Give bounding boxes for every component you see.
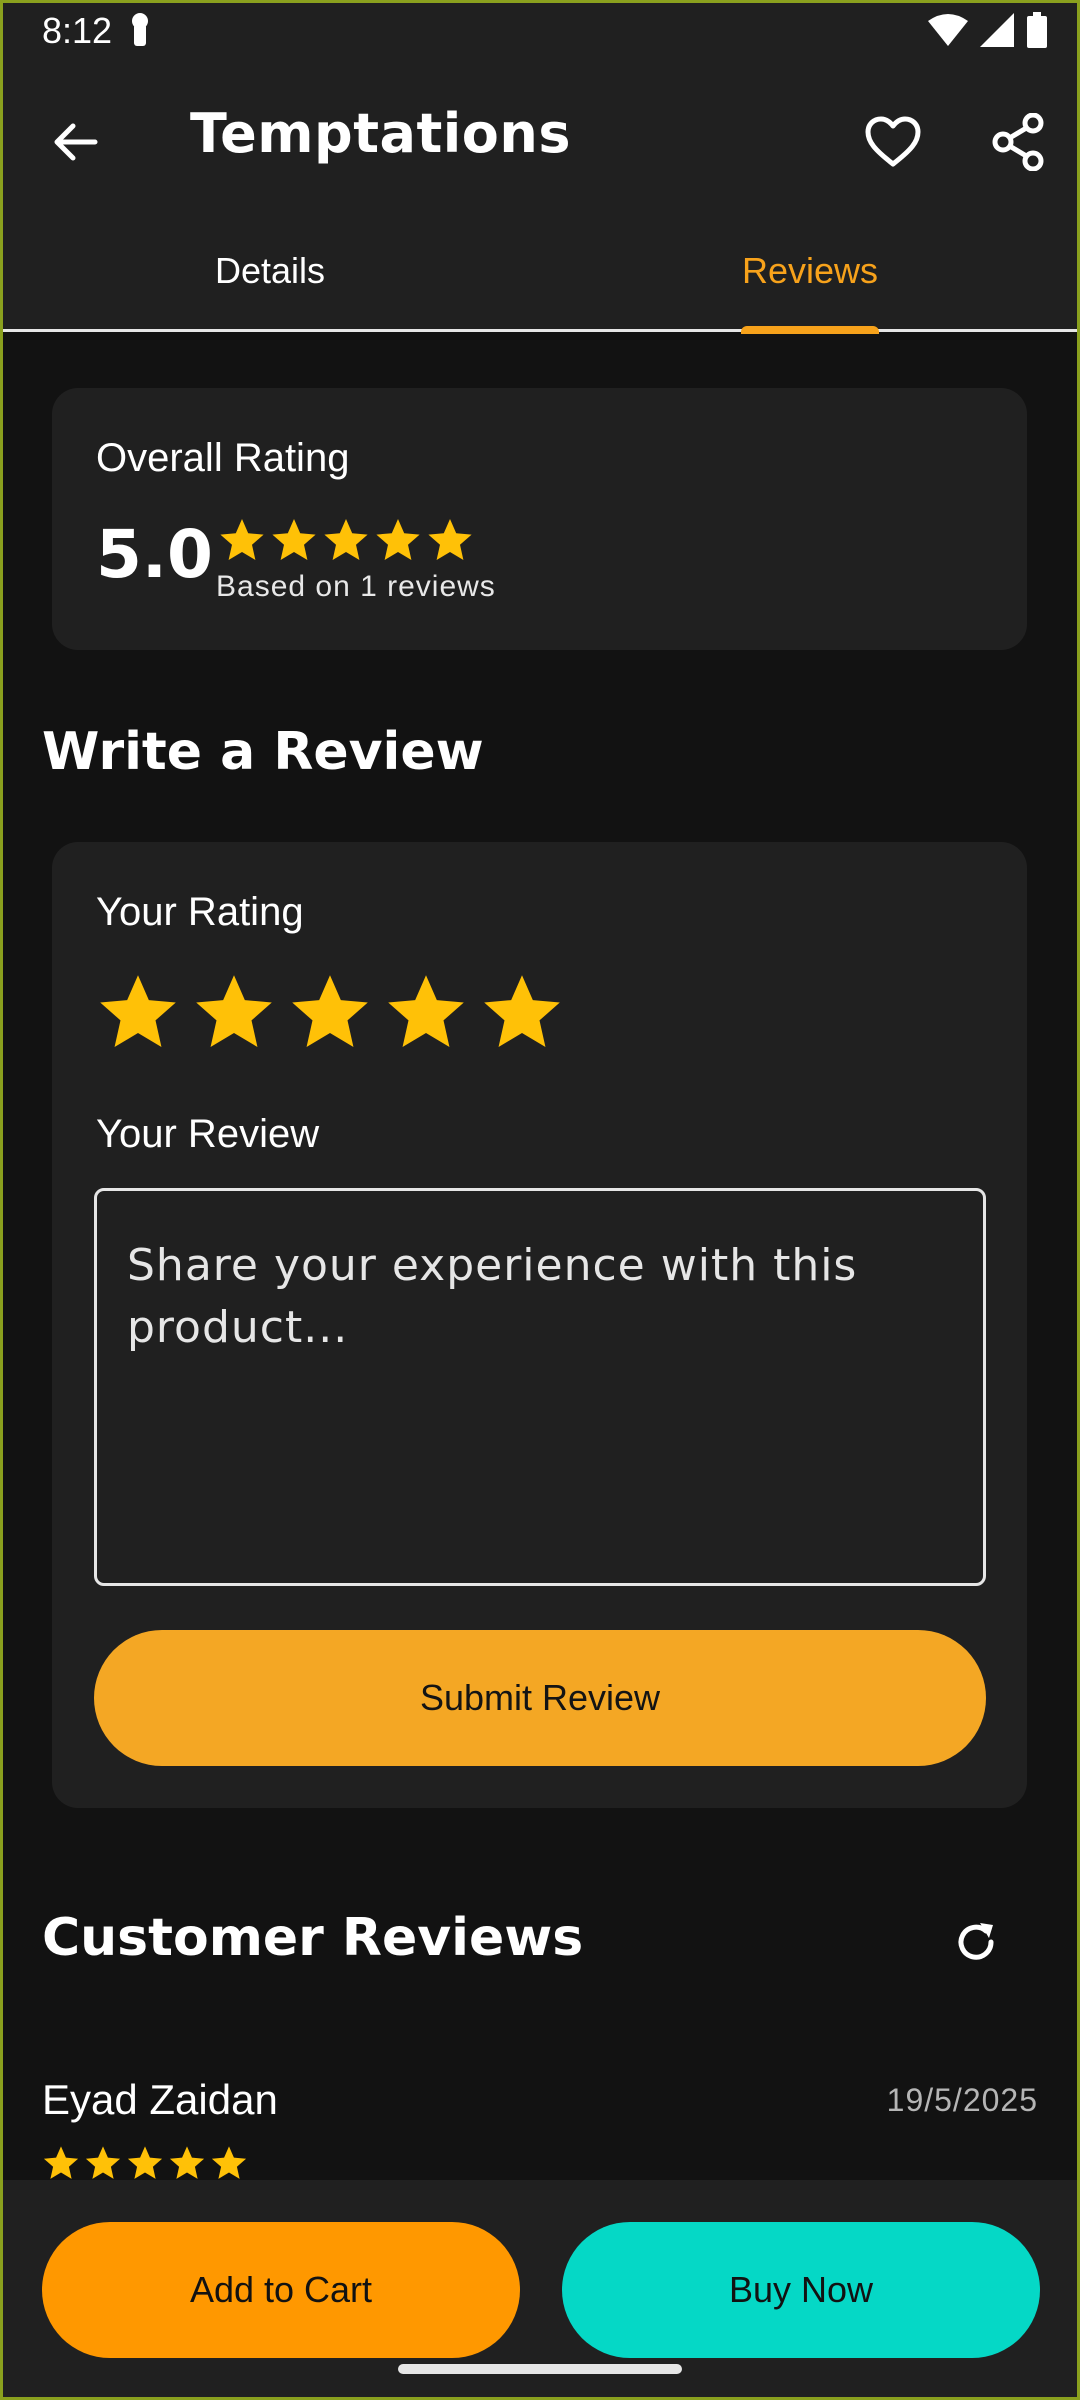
review-stars xyxy=(42,2144,248,2182)
star-icon xyxy=(85,2146,121,2179)
star-icon[interactable] xyxy=(384,970,468,1054)
write-review-card: Your Rating Your Review Submit Review xyxy=(52,842,1027,1808)
star-icon[interactable] xyxy=(96,970,180,1054)
review-list-item: Eyad Zaidan 19/5/2025 xyxy=(0,2062,1080,2182)
your-rating-label: Your Rating xyxy=(96,890,304,934)
key-icon xyxy=(128,12,152,53)
share-button[interactable] xyxy=(980,104,1056,180)
back-button[interactable] xyxy=(40,107,110,177)
status-icons xyxy=(928,12,1048,53)
customer-reviews-title: Customer Reviews xyxy=(42,1908,584,1968)
overall-rating-score: 5.0 xyxy=(96,516,213,593)
refresh-icon xyxy=(958,1923,994,1960)
star-icon[interactable] xyxy=(480,970,564,1054)
star-icon xyxy=(127,2146,163,2179)
battery-icon xyxy=(1026,12,1048,53)
home-indicator[interactable] xyxy=(398,2364,682,2374)
star-icon xyxy=(169,2146,205,2179)
tab-bar: Details Reviews xyxy=(0,212,1080,332)
write-review-title: Write a Review xyxy=(42,722,484,782)
heart-icon xyxy=(865,116,921,167)
submit-review-button[interactable]: Submit Review xyxy=(94,1630,986,1766)
star-icon[interactable] xyxy=(288,970,372,1054)
reviewer-name: Eyad Zaidan xyxy=(42,2076,278,2123)
star-icon[interactable] xyxy=(192,970,276,1054)
buy-now-button[interactable]: Buy Now xyxy=(562,2222,1040,2358)
favorite-button[interactable] xyxy=(855,104,931,180)
overall-rating-stars xyxy=(218,516,474,564)
add-to-cart-button[interactable]: Add to Cart xyxy=(42,2222,520,2358)
review-text-field[interactable] xyxy=(94,1188,986,1586)
star-icon xyxy=(220,519,264,560)
tab-reviews[interactable]: Reviews xyxy=(540,212,1080,329)
overall-rating-count: Based on 1 reviews xyxy=(216,570,496,603)
star-icon xyxy=(376,519,420,560)
status-bar: 8:12 xyxy=(0,0,1080,62)
star-icon xyxy=(324,519,368,560)
star-icon xyxy=(211,2146,247,2179)
overall-rating-title: Overall Rating xyxy=(96,436,350,480)
your-review-label: Your Review xyxy=(96,1112,320,1156)
star-icon xyxy=(428,519,472,560)
star-icon xyxy=(43,2146,79,2179)
page-title: Temptations xyxy=(190,102,571,165)
app-bar: Temptations xyxy=(0,62,1080,212)
rating-star-picker[interactable] xyxy=(96,970,564,1054)
review-date: 19/5/2025 xyxy=(886,2082,1038,2118)
wifi-icon xyxy=(928,13,968,52)
back-arrow-icon xyxy=(54,123,98,161)
star-icon xyxy=(272,519,316,560)
overall-rating-card: Overall Rating 5.0 Based on 1 reviews xyxy=(52,388,1027,650)
status-time: 8:12 xyxy=(42,10,113,51)
signal-icon xyxy=(980,13,1014,52)
share-icon xyxy=(992,113,1044,171)
tab-active-indicator xyxy=(741,326,879,334)
tab-details[interactable]: Details xyxy=(0,212,540,329)
refresh-button[interactable] xyxy=(946,1912,1006,1972)
